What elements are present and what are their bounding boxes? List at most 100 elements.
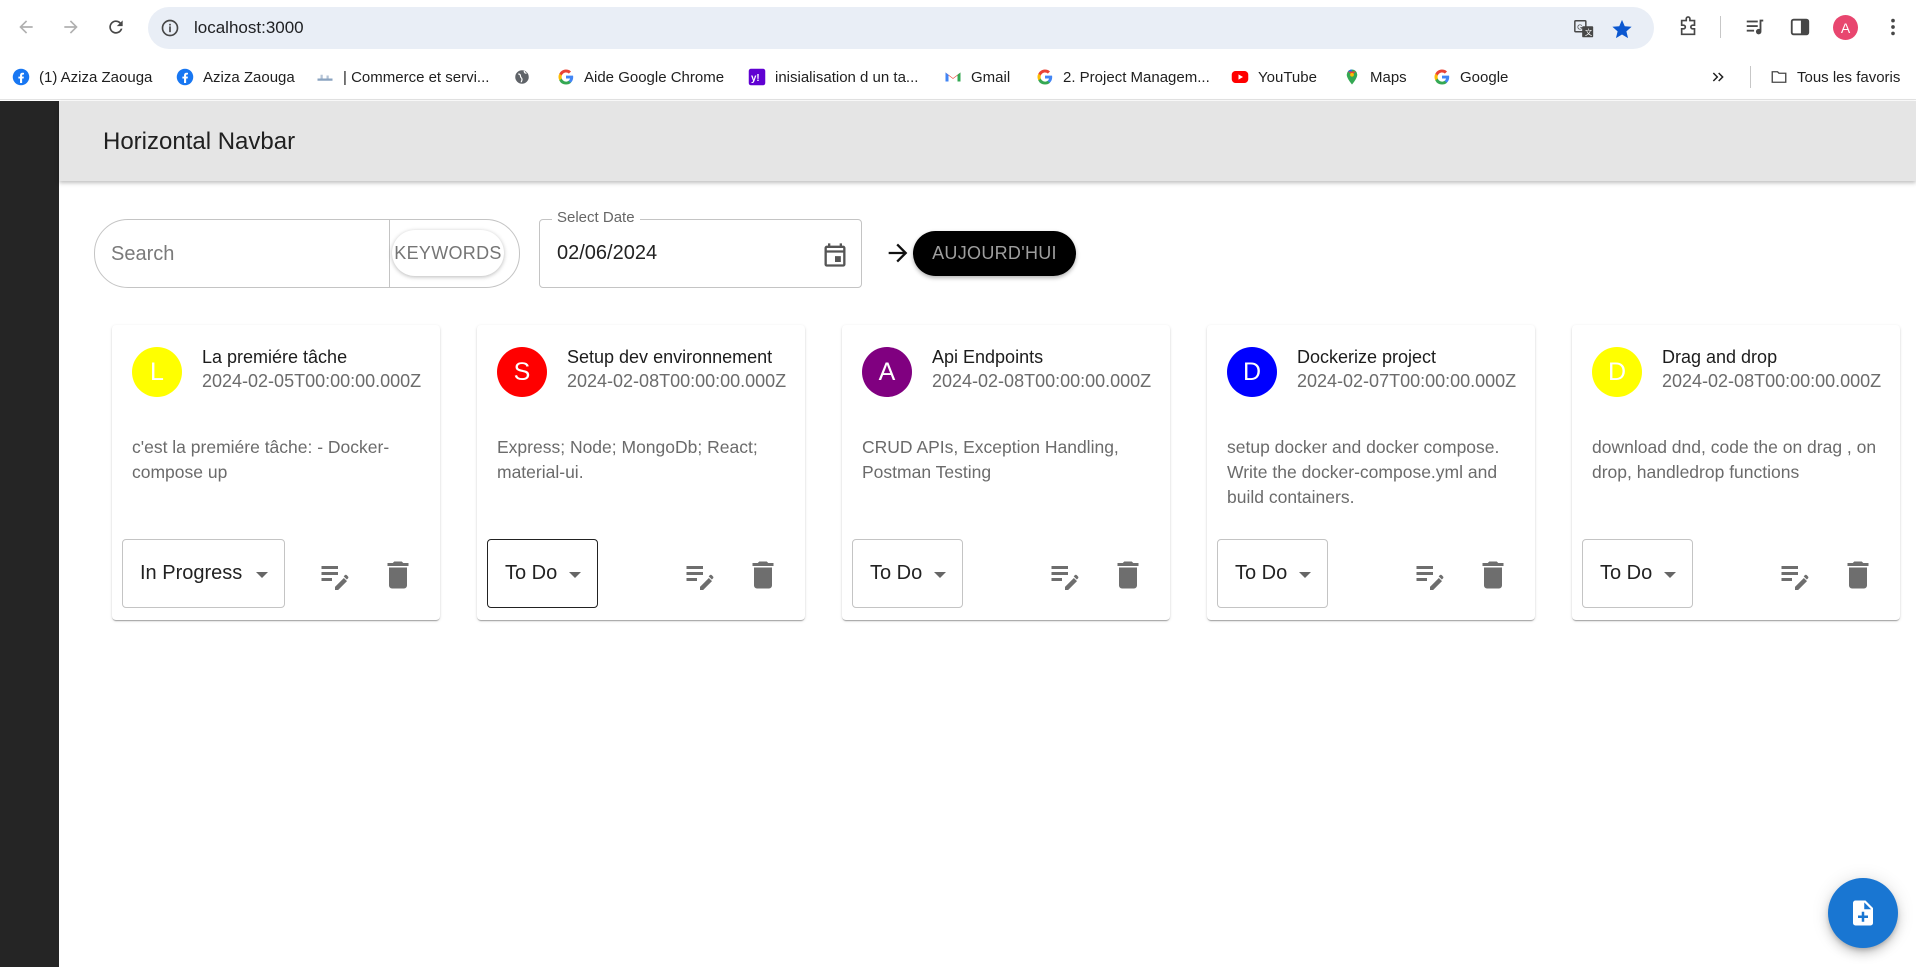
site-info-icon <box>161 19 179 37</box>
edit-notes-icon[interactable] <box>682 557 718 593</box>
bookmark-label: Aziza Zaouga <box>203 68 295 86</box>
task-title: Api Endpoints <box>932 347 1044 367</box>
bookmark-item[interactable]: (1) Aziza Zaouga <box>12 64 152 90</box>
google-icon <box>1036 68 1054 86</box>
caret-down-icon <box>569 572 581 578</box>
bookmark-item[interactable]: YouTube <box>1231 64 1317 90</box>
bookmark-item[interactable] <box>513 64 531 90</box>
bookmark-item[interactable]: Aide Google Chrome <box>557 64 724 90</box>
today-button[interactable]: AUJOURD'HUI <box>913 231 1076 276</box>
task-title: Drag and drop <box>1662 347 1778 367</box>
extensions-icon[interactable] <box>1676 14 1702 40</box>
bookmark-label: Maps <box>1370 68 1407 86</box>
status-select[interactable]: To Do <box>852 539 963 608</box>
caret-down-icon <box>934 572 946 578</box>
facebook-icon <box>176 68 194 86</box>
task-date: 2024-02-08T00:00:00.000Z <box>567 371 787 391</box>
delete-icon[interactable] <box>745 557 781 593</box>
task-card: L La premiére tâche 2024-02-05T00:00:00.… <box>112 325 440 620</box>
status-select[interactable]: To Do <box>1217 539 1328 608</box>
svg-text:文: 文 <box>1585 28 1593 37</box>
forward-button[interactable] <box>56 12 86 42</box>
profile-avatar[interactable]: A <box>1833 15 1858 40</box>
task-card: D Dockerize project 2024-02-07T00:00:00.… <box>1207 325 1535 620</box>
all-bookmarks-folder[interactable]: Tous les favoris <box>1770 64 1900 90</box>
task-title: Dockerize project <box>1297 347 1437 367</box>
bookmark-item[interactable]: Maps <box>1343 64 1407 90</box>
caret-down-icon <box>256 572 268 578</box>
more-bookmarks-button[interactable] <box>1710 64 1726 90</box>
reload-button[interactable] <box>101 12 131 42</box>
url-text: localhost:3000 <box>194 18 304 37</box>
search-field: KEYWORDS <box>94 219 520 288</box>
bookmark-label: Aide Google Chrome <box>584 68 725 86</box>
bookmark-item[interactable]: Aziza Zaouga <box>176 64 295 90</box>
keywords-button[interactable]: KEYWORDS <box>392 230 504 276</box>
translate-icon[interactable]: G文 <box>1572 17 1596 41</box>
bookmark-star-icon[interactable] <box>1610 17 1634 41</box>
status-select[interactable]: In Progress <box>122 539 285 608</box>
youtube-icon <box>1231 68 1249 86</box>
delete-icon[interactable] <box>1475 557 1511 593</box>
bookmark-label: Tous les favoris <box>1797 68 1901 86</box>
edit-notes-icon[interactable] <box>1412 557 1448 593</box>
delete-icon[interactable] <box>380 557 416 593</box>
task-date: 2024-02-07T00:00:00.000Z <box>1297 371 1517 391</box>
date-label: Select Date <box>552 209 640 226</box>
status-value: In Progress <box>140 562 243 584</box>
browser-toolbar: localhost:3000 G文 A <box>0 0 1916 56</box>
maps-icon <box>1343 68 1361 86</box>
status-value: To Do <box>870 562 923 584</box>
bookmark-label: 2. Project Managem... <box>1063 68 1210 86</box>
side-panel-icon[interactable] <box>1787 14 1813 40</box>
page-title: Horizontal Navbar <box>103 128 296 155</box>
back-arrow-icon <box>19 20 33 34</box>
forward-arrow-icon <box>64 20 78 34</box>
bookmark-label: (1) Aziza Zaouga <box>39 68 153 86</box>
delete-icon[interactable] <box>1110 557 1146 593</box>
app-navbar: Horizontal Navbar <box>59 101 1916 181</box>
bookmark-item[interactable]: 2. Project Managem... <box>1036 64 1210 90</box>
add-task-button[interactable] <box>1828 878 1898 948</box>
task-avatar: A <box>862 347 912 397</box>
search-input[interactable] <box>111 240 381 268</box>
task-avatar: L <box>132 347 182 397</box>
bookmark-item[interactable]: Gmail <box>944 64 1010 90</box>
date-value[interactable]: 02/06/2024 <box>557 242 657 265</box>
delete-icon[interactable] <box>1840 557 1876 593</box>
address-bar[interactable]: localhost:3000 G文 <box>148 7 1654 49</box>
task-description: setup docker and docker compose. Write t… <box>1227 437 1500 507</box>
bookmark-item[interactable]: | Commerce et servi... <box>316 64 489 90</box>
edit-notes-icon[interactable] <box>317 557 353 593</box>
date-picker[interactable]: Select Date 02/06/2024 <box>539 209 862 288</box>
task-avatar: D <box>1592 347 1642 397</box>
bookmark-item[interactable]: Google <box>1433 64 1508 90</box>
back-button[interactable] <box>11 12 41 42</box>
edit-notes-icon[interactable] <box>1777 557 1813 593</box>
bookmarks-bar: (1) Aziza Zaouga Aziza Zaouga | Commerce… <box>0 56 1916 100</box>
bookmark-item[interactable]: y! inisialisation d un ta... <box>748 64 918 90</box>
bookmark-label: YouTube <box>1258 68 1317 86</box>
caret-down-icon <box>1299 572 1311 578</box>
caret-down-icon <box>1664 572 1676 578</box>
task-description: download dnd, code the on drag , on drop… <box>1592 437 1877 482</box>
task-card: S Setup dev environnement 2024-02-08T00:… <box>477 325 805 620</box>
task-title: Setup dev environnement <box>567 347 773 367</box>
bookmark-label: Gmail <box>971 68 1011 86</box>
task-date: 2024-02-08T00:00:00.000Z <box>932 371 1152 391</box>
menu-kebab-icon[interactable] <box>1880 14 1906 40</box>
task-date: 2024-02-05T00:00:00.000Z <box>202 371 422 391</box>
status-value: To Do <box>1235 562 1288 584</box>
media-control-icon[interactable] <box>1742 14 1768 40</box>
task-date: 2024-02-08T00:00:00.000Z <box>1662 371 1882 391</box>
sidebar <box>0 101 59 967</box>
status-select[interactable]: To Do <box>1582 539 1693 608</box>
task-card: D Drag and drop 2024-02-08T00:00:00.000Z… <box>1572 325 1900 620</box>
task-avatar: S <box>497 347 547 397</box>
bookmark-label: | Commerce et servi... <box>343 68 490 86</box>
status-select[interactable]: To Do <box>487 539 598 608</box>
calendar-icon[interactable] <box>821 241 849 269</box>
edit-notes-icon[interactable] <box>1047 557 1083 593</box>
yahoo-icon: y! <box>748 68 766 86</box>
status-value: To Do <box>505 562 558 584</box>
